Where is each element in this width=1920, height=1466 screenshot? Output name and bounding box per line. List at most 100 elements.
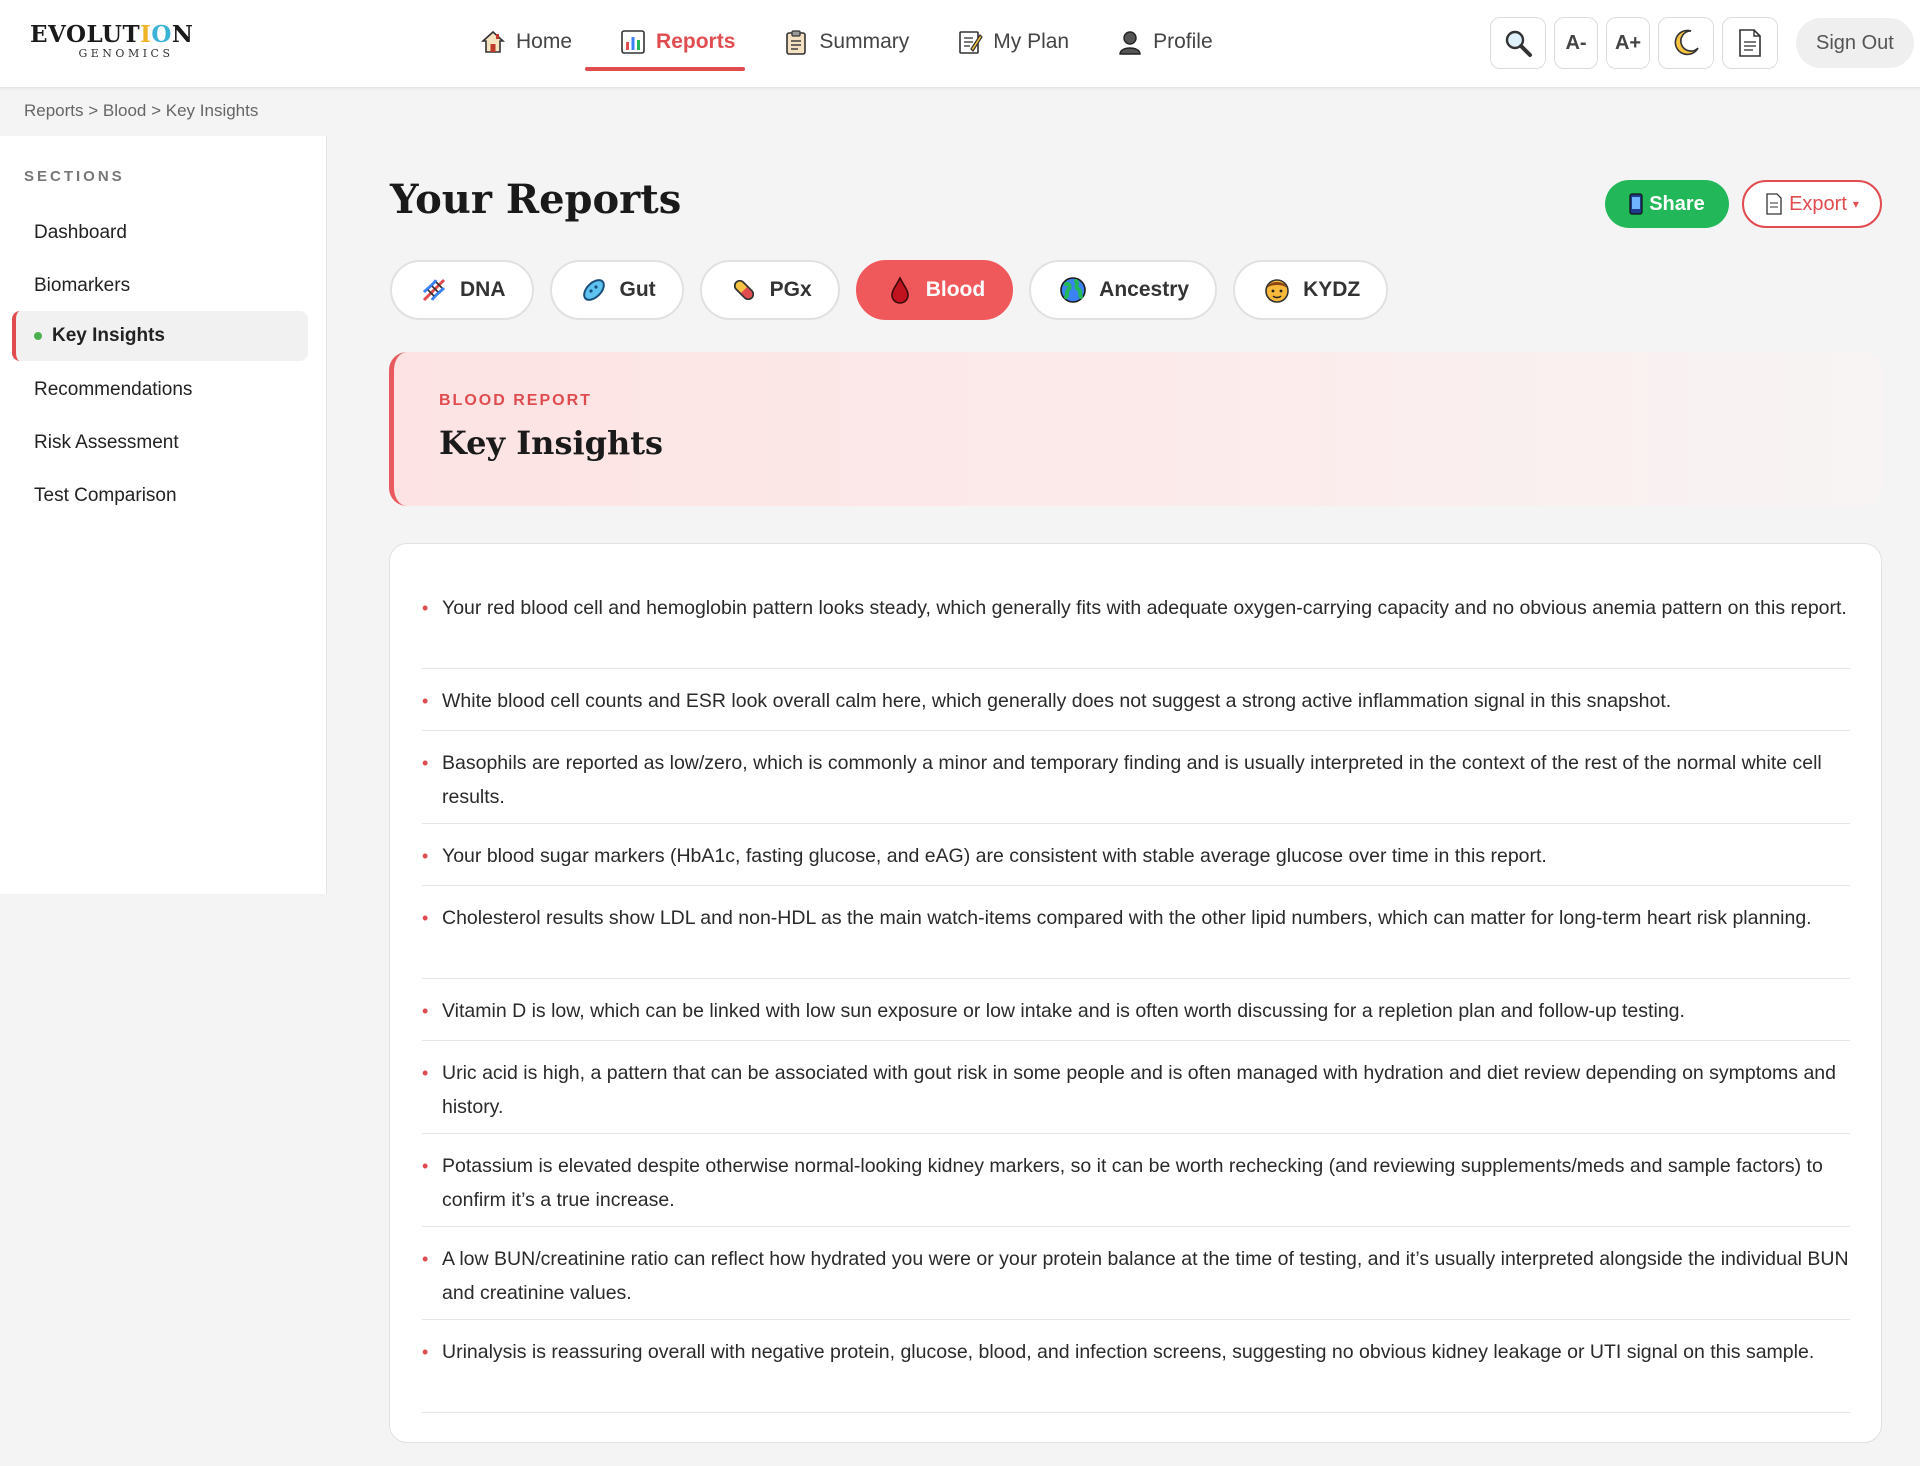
- sidebar-item-dashboard[interactable]: Dashboard: [12, 208, 308, 258]
- report-tabs: DNA Gut PGx Blood Ancestry KYDZ: [390, 260, 1389, 320]
- microbe-icon: [582, 279, 605, 301]
- sidebar-item-test-comparison[interactable]: Test Comparison: [12, 471, 308, 521]
- logo-subtitle: GENOMICS: [78, 47, 174, 60]
- insight-text: Uric acid is high, a pattern that can be…: [442, 1062, 1836, 1118]
- clipboard-icon: [786, 30, 807, 55]
- divider: [422, 978, 1850, 979]
- main-nav: Home Reports Summary My Plan Profile: [456, 14, 1237, 72]
- search-icon: [1505, 30, 1532, 57]
- insight-text: White blood cell counts and ESR look ove…: [442, 690, 1672, 712]
- export-button[interactable]: Export ▾: [1742, 180, 1882, 228]
- divider: [422, 823, 1850, 824]
- nav-home[interactable]: Home: [456, 14, 596, 70]
- share-button[interactable]: Share: [1605, 180, 1729, 228]
- divider: [422, 1133, 1850, 1134]
- bullet-icon: •: [422, 1001, 429, 1021]
- print-button[interactable]: [1722, 17, 1778, 69]
- home-icon: [480, 30, 506, 53]
- chart-icon: [621, 30, 645, 54]
- sidebar-item-risk-assessment[interactable]: Risk Assessment: [12, 418, 308, 468]
- nav-profile[interactable]: Profile: [1093, 14, 1237, 70]
- nav-profile-label: Profile: [1153, 30, 1213, 53]
- sidebar-item-label: Test Comparison: [34, 485, 177, 506]
- tab-blood[interactable]: Blood: [855, 260, 1014, 320]
- list-item: • Your red blood cell and hemoglobin patt…: [422, 591, 1850, 625]
- page-title: Your Reports: [390, 176, 682, 223]
- bullet-icon: •: [422, 1063, 429, 1083]
- key-insights-card: • Your red blood cell and hemoglobin patt…: [389, 543, 1882, 1443]
- document-icon: [1739, 29, 1761, 57]
- pill-icon: [733, 279, 754, 301]
- tab-dna[interactable]: DNA: [390, 260, 534, 320]
- nav-my-plan[interactable]: My Plan: [933, 14, 1093, 70]
- divider: [422, 1226, 1850, 1227]
- search-button[interactable]: [1490, 17, 1546, 69]
- tab-ancestry[interactable]: Ancestry: [1029, 260, 1218, 320]
- nav-my-plan-label: My Plan: [993, 30, 1070, 53]
- insight-text: Urinalysis is reassuring overall with ne…: [442, 1341, 1815, 1363]
- list-item: • White blood cell counts and ESR look ov…: [422, 684, 1850, 718]
- breadcrumb: Reports > Blood > Key Insights: [24, 101, 259, 120]
- document-icon: [1766, 193, 1782, 215]
- sidebar-item-label: Dashboard: [34, 222, 127, 243]
- memo-icon: [959, 31, 984, 54]
- bullet-icon: •: [422, 691, 429, 711]
- divider: [422, 668, 1850, 669]
- export-label: Export: [1789, 192, 1847, 215]
- bullet-icon: •: [422, 1342, 429, 1362]
- blood-drop-icon: [890, 276, 909, 304]
- divider: [422, 885, 1850, 886]
- bullet-icon: •: [422, 598, 429, 618]
- top-navigation-bar: EVOLUTION GENOMICS Home Reports Summary …: [0, 0, 1920, 88]
- sidebar-item-label: Key Insights: [52, 325, 165, 346]
- sidebar-item-label: Biomarkers: [34, 275, 131, 296]
- nav-home-label: Home: [516, 30, 573, 53]
- font-increase-button[interactable]: A+: [1606, 17, 1650, 69]
- tab-label: DNA: [460, 278, 506, 301]
- bullet-icon: •: [422, 1156, 429, 1176]
- tab-label: KYDZ: [1303, 278, 1361, 301]
- nav-summary[interactable]: Summary: [759, 14, 933, 70]
- insight-text: A low BUN/creatinine ratio can reflect h…: [442, 1248, 1849, 1304]
- sidebar-item-recommendations[interactable]: Recommendations: [12, 365, 308, 415]
- font-decrease-button[interactable]: A-: [1554, 17, 1598, 69]
- section-title: Key Insights: [439, 424, 664, 462]
- bullet-icon: •: [422, 753, 429, 773]
- bullet-icon: •: [422, 1249, 429, 1269]
- sidebar-item-key-insights[interactable]: Key Insights: [12, 311, 308, 361]
- tab-pgx[interactable]: PGx: [699, 260, 840, 320]
- child-icon: [1265, 279, 1289, 303]
- list-item: • Urinalysis is reassuring overall with n…: [422, 1335, 1850, 1369]
- list-item: • Potassium is elevated despite otherwise…: [422, 1149, 1850, 1217]
- tab-label: Ancestry: [1099, 278, 1190, 301]
- sidebar-item-label: Recommendations: [34, 379, 193, 400]
- report-header-card: BLOOD REPORT Key Insights: [389, 352, 1882, 506]
- bullet-icon: •: [422, 846, 429, 866]
- divider: [422, 1040, 1850, 1041]
- evolution-genomics-logo[interactable]: EVOLUTION GENOMICS: [30, 22, 193, 62]
- sidebar-item-biomarkers[interactable]: Biomarkers: [12, 261, 308, 311]
- nav-summary-label: Summary: [819, 30, 910, 53]
- list-item: • Vitamin D is low, which can be linked w…: [422, 994, 1850, 1028]
- list-item: • A low BUN/creatinine ratio can reflect …: [422, 1242, 1850, 1310]
- list-item: • Your blood sugar markers (HbA1c, fastin…: [422, 839, 1850, 873]
- tab-label: PGx: [769, 278, 812, 301]
- globe-icon: [1060, 277, 1086, 303]
- user-icon: [1119, 31, 1141, 55]
- insight-text: Vitamin D is low, which can be linked wi…: [442, 1000, 1685, 1022]
- sections-sidebar: SECTIONS Dashboard Biomarkers Key Insigh…: [0, 136, 327, 894]
- dark-mode-toggle[interactable]: [1658, 17, 1714, 69]
- tab-gut[interactable]: Gut: [549, 260, 684, 320]
- divider: [422, 1412, 1850, 1413]
- bullet-icon: •: [422, 908, 429, 928]
- toolbar: A- A+ Sign Out: [1490, 17, 1914, 69]
- sign-out-button[interactable]: Sign Out: [1796, 18, 1914, 68]
- tab-kydz[interactable]: KYDZ: [1233, 260, 1389, 320]
- insight-text: Basophils are reported as low/zero, whic…: [442, 752, 1822, 808]
- nav-reports[interactable]: Reports: [596, 14, 759, 70]
- chevron-down-icon: ▾: [1852, 197, 1859, 211]
- list-item: • Basophils are reported as low/zero, whi…: [422, 746, 1850, 814]
- sidebar-item-label: Risk Assessment: [34, 432, 179, 453]
- list-item: • Cholesterol results show LDL and non-HD…: [422, 901, 1850, 935]
- nav-reports-label: Reports: [656, 30, 736, 53]
